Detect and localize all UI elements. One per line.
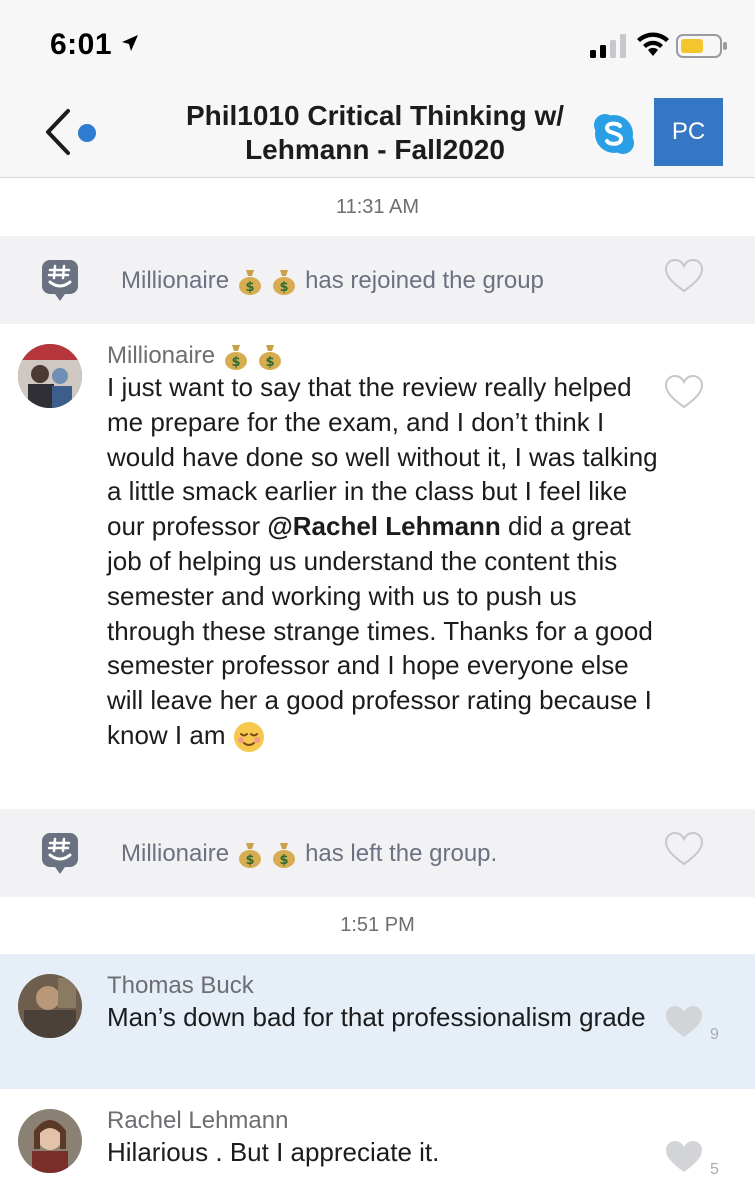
- heart-outline-icon[interactable]: [664, 831, 704, 867]
- member-name: Millionaire: [121, 840, 230, 867]
- message-text: I just want to say that the review reall…: [107, 370, 672, 753]
- svg-text:$: $: [245, 280, 254, 295]
- avatar-photo: [18, 1109, 82, 1173]
- sender-name: Millionaire $ $: [107, 342, 284, 371]
- system-message-left: Millionaire $ $ has left the group.: [0, 809, 755, 897]
- svg-text:$: $: [266, 355, 275, 370]
- money-bag-icon: $: [238, 842, 261, 868]
- avatar[interactable]: [18, 974, 82, 1038]
- cellular-signal-icon: [590, 34, 626, 58]
- avatar[interactable]: [18, 1109, 82, 1173]
- sender-name: Thomas Buck: [107, 972, 254, 999]
- message-item: Rachel Lehmann Hilarious . But I appreci…: [0, 1089, 755, 1200]
- group-avatar[interactable]: PC: [654, 98, 723, 166]
- system-action: has rejoined the group: [305, 267, 544, 294]
- timestamp: 1:51 PM: [340, 914, 415, 936]
- location-arrow-icon: [122, 35, 138, 51]
- page-title[interactable]: Phil1010 Critical Thinking w/ Lehmann - …: [165, 99, 585, 167]
- battery-icon: [676, 34, 727, 58]
- money-bag-icon: $: [238, 269, 261, 295]
- avatar-photo: [18, 344, 82, 408]
- system-text: Millionaire $ $ has rejoined the group: [121, 267, 544, 296]
- skype-icon[interactable]: [592, 112, 636, 156]
- heart-outline-icon[interactable]: [664, 374, 704, 410]
- money-bag-icon: $: [273, 269, 296, 295]
- message-item: Thomas Buck Man’s down bad for that prof…: [0, 954, 755, 1089]
- svg-text:$: $: [231, 355, 240, 370]
- status-bar: 6:01: [0, 0, 755, 85]
- nav-bar: Phil1010 Critical Thinking w/ Lehmann - …: [0, 85, 755, 178]
- sender-label: Millionaire: [107, 342, 216, 369]
- avatar-photo: [18, 974, 82, 1038]
- groupme-icon: [42, 260, 78, 301]
- like-count: 9: [710, 1026, 719, 1043]
- message-text: Man’s down bad for that professionalism …: [107, 1002, 646, 1032]
- sender-name: Rachel Lehmann: [107, 1107, 289, 1134]
- heart-filled-icon[interactable]: [664, 1139, 704, 1175]
- member-name: Millionaire: [121, 267, 230, 294]
- money-bag-icon: $: [224, 344, 247, 370]
- system-message-rejoined: Millionaire $ $ has rejoined the group: [0, 236, 755, 324]
- message-text: Hilarious . But I appreciate it.: [107, 1137, 440, 1167]
- svg-text:$: $: [280, 853, 289, 868]
- relieved-face-icon: [233, 722, 264, 753]
- system-action: has left the group.: [305, 840, 498, 867]
- heart-filled-icon[interactable]: [664, 1004, 704, 1040]
- timestamp: 11:31 AM: [335, 196, 420, 218]
- wifi-icon: [637, 32, 669, 56]
- system-text: Millionaire $ $ has left the group.: [121, 840, 497, 869]
- heart-outline-icon[interactable]: [664, 258, 704, 294]
- money-bag-icon: $: [273, 842, 296, 868]
- money-bag-icon: $: [259, 344, 282, 370]
- message-text-part: did a great job of helping us understand…: [107, 511, 653, 750]
- svg-text:$: $: [280, 280, 289, 295]
- avatar[interactable]: [18, 344, 82, 408]
- message-item: Millionaire $ $ I just want to say that …: [0, 324, 755, 809]
- like-count: 5: [710, 1161, 719, 1178]
- mention-link[interactable]: @Rachel Lehmann: [267, 511, 500, 541]
- unread-indicator: [78, 124, 96, 142]
- groupme-icon: [42, 833, 78, 874]
- group-avatar-initials: PC: [671, 118, 706, 145]
- svg-text:$: $: [245, 853, 254, 868]
- status-time: 6:01: [50, 28, 113, 61]
